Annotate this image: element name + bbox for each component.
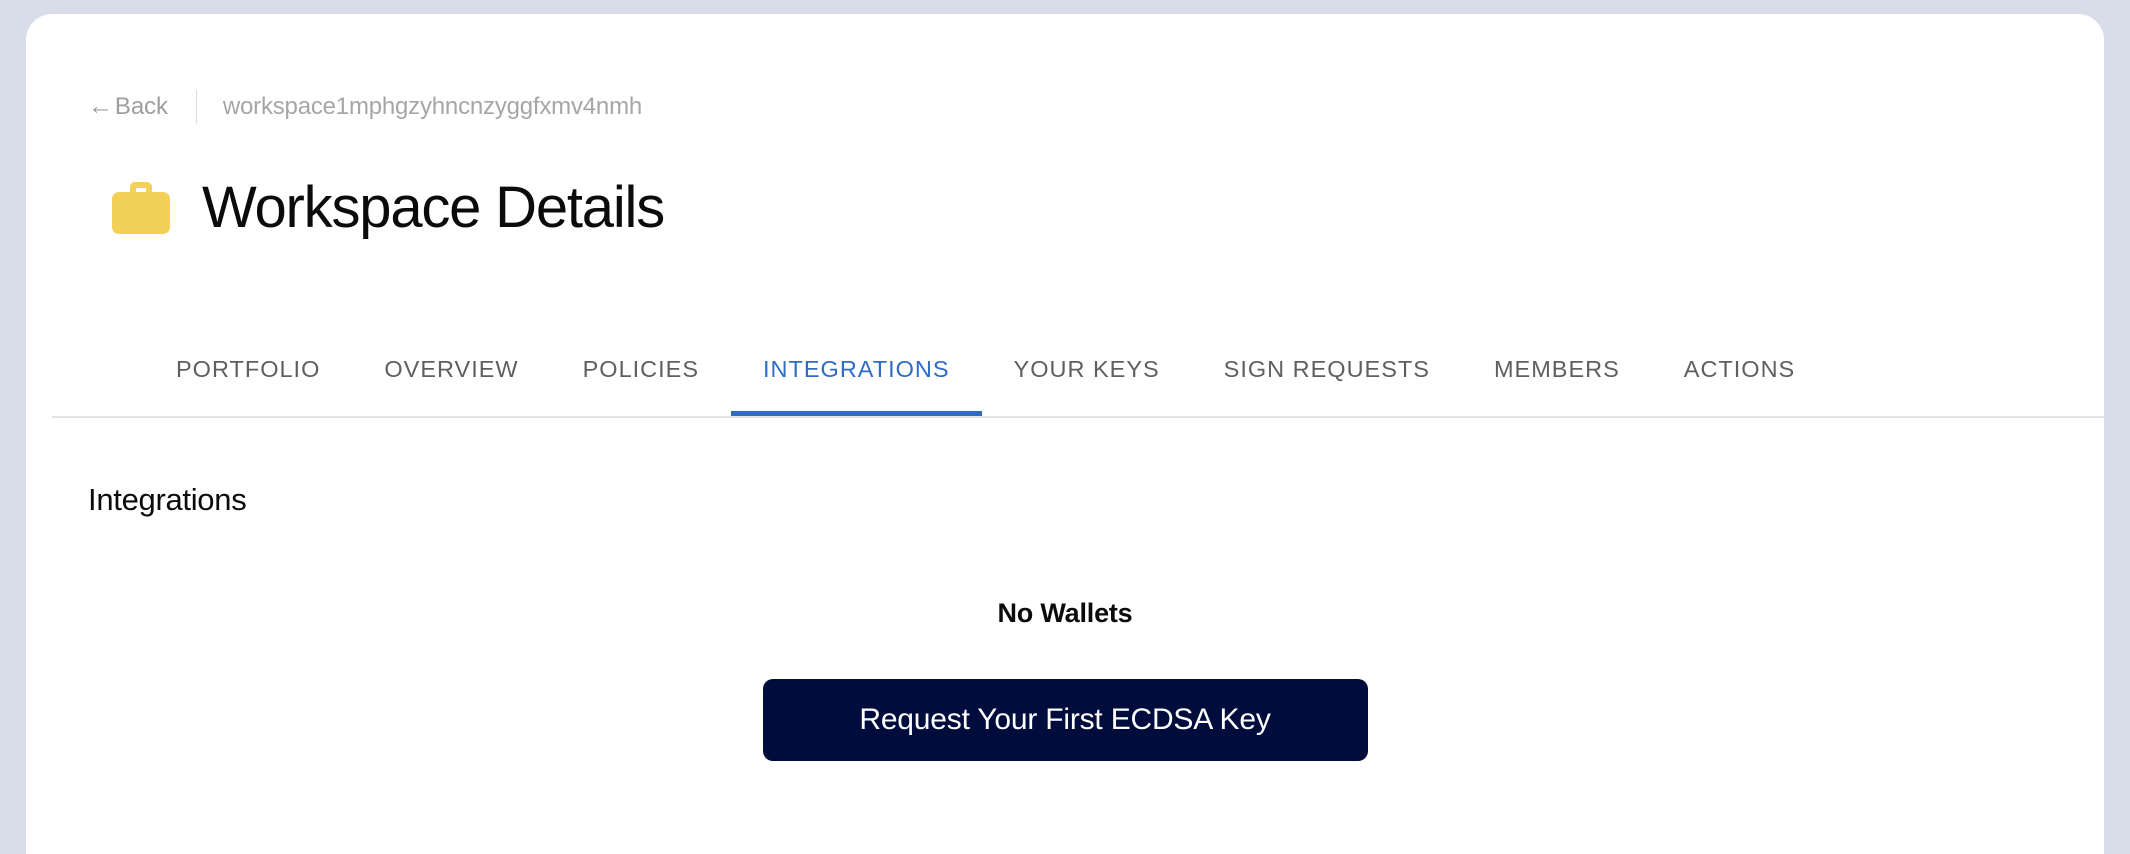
tab-actions[interactable]: ACTIONS (1652, 350, 1827, 418)
tab-your-keys[interactable]: YOUR KEYS (982, 350, 1192, 418)
tab-portfolio[interactable]: PORTFOLIO (144, 350, 352, 418)
tab-portfolio-label: PORTFOLIO (176, 356, 321, 382)
tab-overview-label: OVERVIEW (384, 356, 519, 382)
back-button-label: Back (114, 93, 168, 120)
tab-integrations-label: INTEGRATIONS (763, 356, 950, 382)
empty-state-title: No Wallets (997, 598, 1133, 628)
tab-sign-requests-label: SIGN REQUESTS (1223, 356, 1430, 382)
tab-members-label: MEMBERS (1493, 356, 1620, 382)
tab-overview[interactable]: OVERVIEW (352, 350, 550, 418)
briefcase-icon (112, 182, 170, 234)
empty-state: No Wallets Request Your First ECDSA Key (26, 600, 2104, 761)
workspace-details-card: ← Back workspace1mphgzyhncnzyggfxmv4nmh … (26, 14, 2104, 854)
breadcrumb: ← Back workspace1mphgzyhncnzyggfxmv4nmh (88, 90, 643, 124)
back-button[interactable]: ← Back (88, 91, 168, 120)
tab-actions-label: ACTIONS (1683, 356, 1796, 382)
page-title-row: Workspace Details (112, 175, 665, 240)
request-first-ecdsa-key-button[interactable]: Request Your First ECDSA Key (762, 679, 1368, 761)
back-arrow-icon: ← (88, 91, 113, 120)
tab-your-keys-label: YOUR KEYS (1013, 356, 1160, 382)
tab-policies[interactable]: POLICIES (551, 350, 731, 418)
tab-sign-requests[interactable]: SIGN REQUESTS (1192, 350, 1462, 418)
workspace-id-text: workspace1mphgzyhncnzyggfxmv4nmh (222, 93, 643, 120)
breadcrumb-divider (195, 90, 197, 124)
tab-policies-label: POLICIES (582, 356, 700, 382)
tab-members[interactable]: MEMBERS (1462, 350, 1652, 418)
tab-list: PORTFOLIO OVERVIEW POLICIES INTEGRATIONS… (52, 350, 2104, 418)
page-title: Workspace Details (202, 175, 665, 240)
tab-panel-integrations: Integrations No Wallets Request Your Fir… (26, 418, 2104, 854)
tab-bar: PORTFOLIO OVERVIEW POLICIES INTEGRATIONS… (52, 350, 2104, 418)
tab-integrations[interactable]: INTEGRATIONS (731, 350, 982, 418)
section-heading: Integrations (88, 482, 247, 517)
